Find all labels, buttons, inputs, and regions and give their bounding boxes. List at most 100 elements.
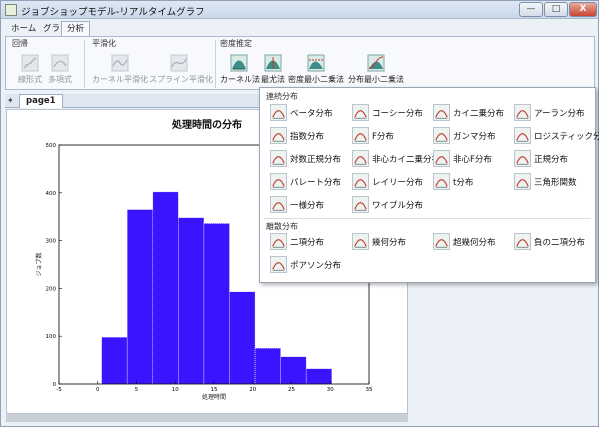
distribution-icon xyxy=(270,173,287,190)
pin-icon[interactable]: ✦ xyxy=(7,96,16,105)
tab-analysis[interactable]: 分析 xyxy=(61,21,91,37)
group-separator xyxy=(215,40,216,88)
maximize-button[interactable]: □ xyxy=(544,2,568,17)
distribution-popup-menu: 連続分布 ベータ分布 コーシー分布 カイ二乗分布 アーラン分布 指数分布 F分布 ガンマ分布… xyxy=(259,87,599,283)
x-tick-label: 30 xyxy=(327,387,334,393)
spline-smoothing-icon xyxy=(170,54,188,72)
linear-button[interactable]: 線形式 xyxy=(14,54,46,85)
linear-icon xyxy=(21,54,39,72)
distribution-label: アーラン分布 xyxy=(534,109,585,119)
density-least-squares-button[interactable]: 密度最小二乗法 xyxy=(288,54,344,85)
distribution-icon xyxy=(270,104,287,121)
kernel-density-label: カーネル法 xyxy=(220,75,260,84)
x-tick-label: 0 xyxy=(96,387,100,393)
y-tick-label: 400 xyxy=(46,191,57,197)
tab-page1[interactable]: page1 xyxy=(19,94,63,108)
x-tick-label: 35 xyxy=(366,387,373,393)
distribution-label: 負の二項分布 xyxy=(534,238,586,248)
spline-smoothing-button[interactable]: スプライン平滑化 xyxy=(149,54,213,85)
distribution-label: ロジスティック分布 xyxy=(534,132,599,142)
distribution-label: レイリー分布 xyxy=(372,178,424,188)
y-tick-label: 0 xyxy=(53,382,57,388)
continuous-section-label: 連続分布 xyxy=(266,92,298,101)
histogram-bar xyxy=(101,336,128,385)
title-bar: ジョブショップモデル-リアルタイムグラフ — □ X xyxy=(1,1,598,19)
polynomial-button[interactable]: 多項式 xyxy=(44,54,76,85)
density-least-squares-icon xyxy=(307,54,325,72)
distribution-icon xyxy=(514,150,531,167)
distribution-label: ワイブル分布 xyxy=(372,201,424,211)
y-tick-label: 300 xyxy=(46,239,57,245)
distribution-icon xyxy=(433,104,450,121)
distribution-icon xyxy=(270,196,287,213)
x-tick-label: 20 xyxy=(249,387,256,393)
distribution-label: 非心カイ二乗分布 xyxy=(372,155,441,165)
chart-title: 処理時間の分布 xyxy=(171,118,242,131)
kernel-density-button[interactable]: カーネル法 xyxy=(220,54,260,85)
y-axis-label: ジョブ数 xyxy=(35,252,43,276)
distribution-icon xyxy=(352,104,369,121)
distribution-label: カイ二乗分布 xyxy=(453,109,505,119)
distribution-icon xyxy=(514,233,531,250)
distribution-label: 超幾何分布 xyxy=(453,238,496,248)
distribution-least-squares-icon xyxy=(367,54,385,72)
histogram-bar xyxy=(152,191,179,385)
distribution-label: パレート分布 xyxy=(290,178,342,188)
distribution-icon xyxy=(352,173,369,190)
distribution-icon xyxy=(514,173,531,190)
distribution-least-squares-button[interactable]: 分布最小二乗法 xyxy=(346,54,406,85)
histogram-bar xyxy=(280,356,307,385)
mle-icon xyxy=(264,54,282,72)
group-label-regression: 回帰 xyxy=(12,39,28,48)
distribution-label: コーシー分布 xyxy=(372,109,423,119)
distribution-label: 幾何分布 xyxy=(372,238,407,248)
distribution-label: ベータ分布 xyxy=(290,109,333,119)
distribution-label: ガンマ分布 xyxy=(453,132,496,142)
distribution-icon xyxy=(433,173,450,190)
distribution-least-squares-label: 分布最小二乗法 xyxy=(348,75,404,84)
mle-label: 最尤法 xyxy=(261,75,285,84)
distribution-label: 指数分布 xyxy=(290,132,325,142)
group-label-density: 密度推定 xyxy=(220,39,252,48)
app-icon xyxy=(5,4,17,16)
x-tick-label: 10 xyxy=(172,387,179,393)
histogram-bar xyxy=(178,217,205,385)
distribution-label: t分布 xyxy=(453,178,474,188)
kernel-smoothing-label: カーネル平滑化 xyxy=(92,75,148,84)
distribution-label: 一様分布 xyxy=(290,201,325,211)
minimize-button[interactable]: — xyxy=(519,2,543,17)
y-tick-label: 200 xyxy=(46,286,57,292)
group-separator xyxy=(84,40,85,88)
kernel-density-icon xyxy=(230,54,248,72)
histogram-bar xyxy=(203,223,230,385)
density-least-squares-label: 密度最小二乗法 xyxy=(288,75,344,84)
polynomial-icon xyxy=(51,54,69,72)
close-button[interactable]: X xyxy=(569,2,597,17)
distribution-icon xyxy=(270,150,287,167)
kernel-smoothing-button[interactable]: カーネル平滑化 xyxy=(92,54,148,85)
kernel-smoothing-icon xyxy=(111,54,129,72)
distribution-icon xyxy=(352,233,369,250)
group-label-smoothing: 平滑化 xyxy=(92,39,116,48)
distribution-label: 二項分布 xyxy=(290,238,325,248)
horizontal-scrollbar[interactable] xyxy=(6,414,408,422)
distribution-icon xyxy=(514,127,531,144)
discrete-section-label: 離散分布 xyxy=(266,222,298,231)
x-tick-label: 5 xyxy=(135,387,139,393)
distribution-icon xyxy=(352,127,369,144)
x-tick-label: 25 xyxy=(288,387,295,393)
mle-button[interactable]: 最尤法 xyxy=(260,54,286,85)
histogram-bar xyxy=(254,347,281,385)
distribution-icon xyxy=(433,127,450,144)
window-title: ジョブショップモデル-リアルタイムグラフ xyxy=(21,7,205,18)
linear-label: 線形式 xyxy=(18,75,42,84)
histogram-bar xyxy=(305,368,333,385)
distribution-icon xyxy=(433,233,450,250)
ribbon-panel: 回帰 線形式 多項式 平滑化 カーネル平滑化 スプライン平滑化 密度推定 カーネ… xyxy=(5,36,595,90)
x-tick-label: -5 xyxy=(56,387,62,393)
distribution-label: 三角形関数 xyxy=(534,178,577,188)
histogram-bar xyxy=(126,209,154,385)
distribution-label: ポアソン分布 xyxy=(290,261,342,271)
distribution-label: 正規分布 xyxy=(534,155,569,165)
distribution-icon xyxy=(270,127,287,144)
